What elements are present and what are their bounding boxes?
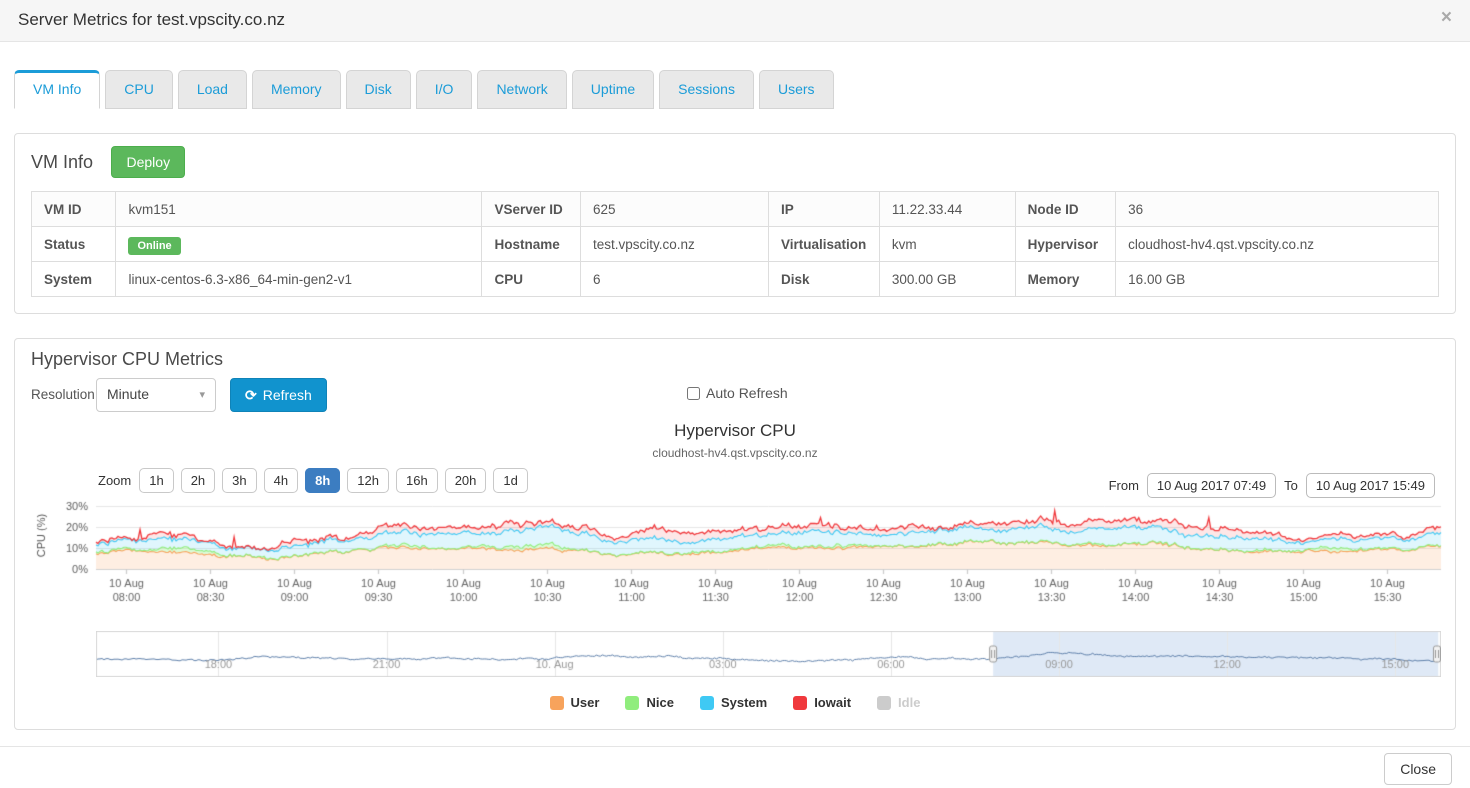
zoom-button-12h[interactable]: 12h	[347, 468, 389, 493]
resolution-value: Minute	[107, 386, 149, 402]
legend-swatch-icon	[550, 696, 564, 710]
tab-i-o[interactable]: I/O	[416, 70, 473, 109]
table-cell-label: Disk	[769, 262, 880, 297]
legend-label: User	[571, 695, 600, 710]
vm-info-table: VM IDkvm151VServer ID625IP11.22.33.44Nod…	[31, 191, 1439, 297]
metrics-heading: Hypervisor CPU Metrics	[31, 349, 223, 370]
refresh-label: Refresh	[263, 387, 312, 403]
table-cell-value: 11.22.33.44	[879, 192, 1015, 227]
table-cell-label: IP	[769, 192, 880, 227]
hypervisor-cpu-metrics-panel: Hypervisor CPU Metrics Resolution: Minut…	[14, 338, 1456, 730]
resolution-label: Resolution:	[31, 387, 99, 402]
refresh-button[interactable]: ⟳ Refresh	[230, 378, 327, 412]
auto-refresh-checkbox[interactable]	[687, 387, 700, 400]
zoom-button-8h[interactable]: 8h	[305, 468, 340, 493]
table-cell-value: linux-centos-6.3-x86_64-min-gen2-v1	[116, 262, 482, 297]
tab-disk[interactable]: Disk	[346, 70, 411, 109]
dialog-header: Server Metrics for test.vpscity.co.nz ×	[0, 0, 1470, 42]
auto-refresh-control: Auto Refresh	[687, 385, 788, 401]
legend-item-iowait[interactable]: Iowait	[793, 695, 851, 710]
resolution-select[interactable]: Minute ▾	[96, 378, 216, 412]
legend-label: Nice	[646, 695, 673, 710]
zoom-button-1d[interactable]: 1d	[493, 468, 527, 493]
table-row: Status Online Hostnametest.vpscity.co.nzVi…	[32, 227, 1439, 262]
tab-memory[interactable]: Memory	[252, 70, 341, 109]
table-cell-label: System	[32, 262, 116, 297]
status-badge: Online	[128, 237, 180, 255]
vm-info-heading: VM Info	[31, 152, 93, 173]
table-cell-label: VM ID	[32, 192, 116, 227]
table-cell-value: cloudhost-hv4.qst.vpscity.co.nz	[1116, 227, 1439, 262]
legend-swatch-icon	[877, 696, 891, 710]
zoom-label: Zoom	[98, 473, 131, 488]
tab-vm-info[interactable]: VM Info	[14, 70, 100, 109]
tab-sessions[interactable]: Sessions	[659, 70, 754, 109]
from-label: From	[1109, 478, 1139, 493]
table-cell-value: Online	[116, 227, 482, 262]
table-cell-value: kvm	[879, 227, 1015, 262]
table-cell-value: 300.00 GB	[879, 262, 1015, 297]
date-range-controls: From 10 Aug 2017 07:49 To 10 Aug 2017 15…	[1109, 473, 1435, 498]
zoom-button-group: Zoom 1h2h3h4h8h12h16h20h1d	[98, 473, 535, 488]
table-cell-value: 16.00 GB	[1116, 262, 1439, 297]
to-label: To	[1284, 478, 1298, 493]
table-cell-value: 625	[580, 192, 768, 227]
legend-swatch-icon	[793, 696, 807, 710]
legend-label: Idle	[898, 695, 920, 710]
table-cell-label: Node ID	[1015, 192, 1116, 227]
table-cell-label: VServer ID	[482, 192, 581, 227]
legend-item-user[interactable]: User	[550, 695, 600, 710]
zoom-button-1h[interactable]: 1h	[139, 468, 173, 493]
table-cell-value: test.vpscity.co.nz	[580, 227, 768, 262]
chart-subtitle: cloudhost-hv4.qst.vpscity.co.nz	[15, 446, 1455, 460]
tab-network[interactable]: Network	[477, 70, 566, 109]
vm-info-panel: VM Info Deploy VM IDkvm151VServer ID625I…	[14, 133, 1456, 314]
zoom-buttons: 1h2h3h4h8h12h16h20h1d	[139, 473, 535, 488]
legend-label: Iowait	[814, 695, 851, 710]
from-date-input[interactable]: 10 Aug 2017 07:49	[1147, 473, 1276, 498]
zoom-button-16h[interactable]: 16h	[396, 468, 438, 493]
table-row: Systemlinux-centos-6.3-x86_64-min-gen2-v…	[32, 262, 1439, 297]
table-cell-value: 6	[580, 262, 768, 297]
table-cell-label: Hypervisor	[1015, 227, 1116, 262]
tab-bar: VM InfoCPULoadMemoryDiskI/ONetworkUptime…	[14, 70, 1470, 109]
tab-uptime[interactable]: Uptime	[572, 70, 654, 109]
legend-swatch-icon	[625, 696, 639, 710]
hypervisor-cpu-chart[interactable]	[31, 497, 1447, 609]
table-cell-label: Hostname	[482, 227, 581, 262]
table-row: VM IDkvm151VServer ID625IP11.22.33.44Nod…	[32, 192, 1439, 227]
table-cell-value: kvm151	[116, 192, 482, 227]
zoom-button-4h[interactable]: 4h	[264, 468, 298, 493]
server-metrics-dialog: Server Metrics for test.vpscity.co.nz × …	[0, 0, 1470, 788]
legend-swatch-icon	[700, 696, 714, 710]
chart-legend: User Nice System Iowait Idle	[15, 695, 1455, 710]
dialog-title: Server Metrics for test.vpscity.co.nz	[18, 10, 285, 30]
table-cell-label: Status	[32, 227, 116, 262]
close-icon[interactable]: ×	[1441, 8, 1452, 27]
auto-refresh-label: Auto Refresh	[706, 385, 788, 401]
tab-users[interactable]: Users	[759, 70, 834, 109]
table-cell-value: 36	[1116, 192, 1439, 227]
table-cell-label: CPU	[482, 262, 581, 297]
zoom-button-3h[interactable]: 3h	[222, 468, 256, 493]
tab-load[interactable]: Load	[178, 70, 247, 109]
legend-label: System	[721, 695, 767, 710]
chart-title: Hypervisor CPU	[15, 421, 1455, 441]
navigator-range-selector[interactable]	[96, 631, 1441, 677]
deploy-button[interactable]: Deploy	[111, 146, 185, 178]
legend-item-nice[interactable]: Nice	[625, 695, 673, 710]
table-cell-label: Memory	[1015, 262, 1116, 297]
refresh-icon: ⟳	[245, 387, 257, 403]
zoom-button-2h[interactable]: 2h	[181, 468, 215, 493]
to-date-input[interactable]: 10 Aug 2017 15:49	[1306, 473, 1435, 498]
chevron-down-icon: ▾	[199, 388, 205, 401]
legend-item-idle[interactable]: Idle	[877, 695, 920, 710]
table-cell-label: Virtualisation	[769, 227, 880, 262]
dialog-footer: Close	[0, 746, 1470, 788]
zoom-button-20h[interactable]: 20h	[445, 468, 487, 493]
close-button[interactable]: Close	[1384, 753, 1452, 785]
legend-item-system[interactable]: System	[700, 695, 767, 710]
tab-cpu[interactable]: CPU	[105, 70, 173, 109]
